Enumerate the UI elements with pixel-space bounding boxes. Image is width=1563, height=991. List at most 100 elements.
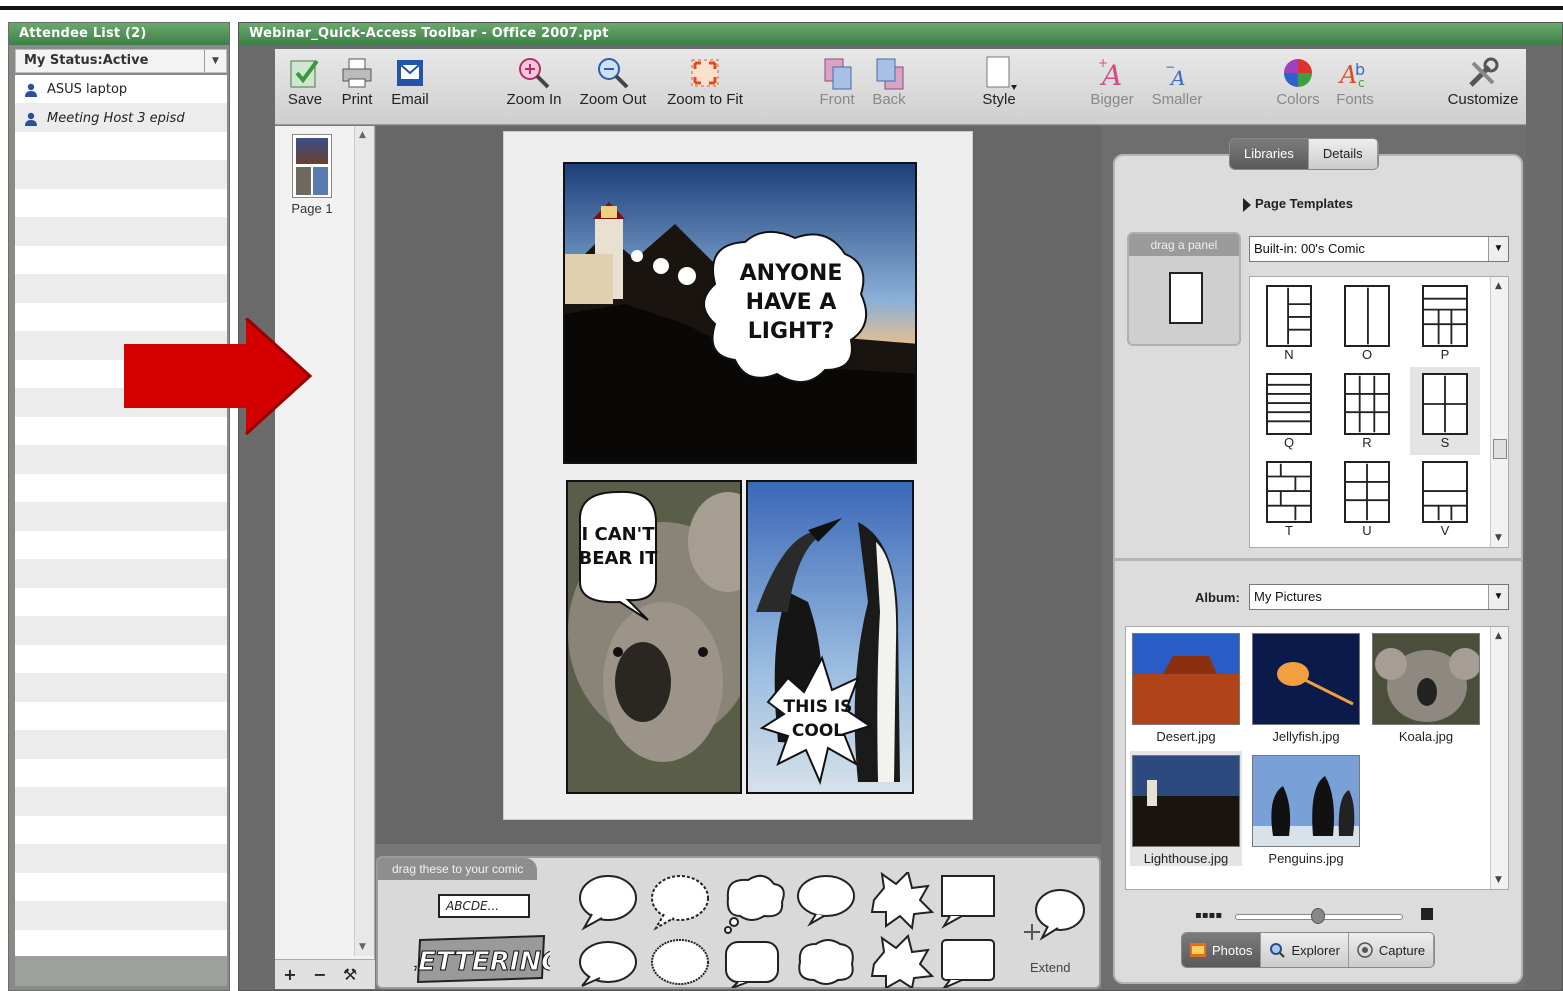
scroll-down-icon[interactable]: ▼ [1495, 533, 1502, 543]
chevron-down-icon[interactable]: ▼ [1488, 237, 1508, 261]
scroll-down-icon[interactable]: ▼ [1495, 875, 1502, 885]
photo-name: Penguins.jpg [1268, 851, 1344, 866]
template-item[interactable]: N [1254, 279, 1324, 367]
speech-bubble-alt-item[interactable] [579, 941, 637, 987]
koala-image: I CAN'T BEAR IT [568, 482, 740, 792]
save-button[interactable]: Save [285, 55, 325, 123]
photo-item[interactable]: Desert.jpg [1130, 629, 1242, 744]
tab-photos[interactable]: Photos [1182, 933, 1262, 967]
scroll-up-icon[interactable]: ▲ [1495, 631, 1502, 641]
scalloped-bubble-item[interactable] [651, 939, 709, 985]
template-item[interactable]: U [1332, 455, 1402, 543]
attendee-pod-title[interactable]: Attendee List (2) [9, 23, 229, 45]
comic-page[interactable]: ANYONE HAVE A LIGHT? I CAN'T BEAR IT THI… [503, 131, 973, 820]
page-thumbnail[interactable] [292, 134, 332, 198]
rect-bubble-item[interactable] [941, 875, 995, 929]
photo-item[interactable]: Penguins.jpg [1250, 751, 1362, 866]
layout-o-icon [1344, 285, 1390, 347]
customize-label: Customize [1447, 91, 1519, 108]
page-tools-icon[interactable]: ⚒ [335, 965, 365, 984]
template-label: S [1440, 435, 1450, 450]
scroll-up-icon[interactable]: ▲ [1495, 281, 1502, 291]
template-select[interactable]: Built-in: 00's Comic ▼ [1249, 236, 1509, 262]
attendee-row[interactable]: ASUS laptop [15, 75, 227, 104]
chevron-down-icon[interactable]: ▼ [1488, 585, 1508, 609]
tab-details[interactable]: Details [1308, 139, 1378, 169]
page-templates-label[interactable]: Page Templates [1255, 196, 1353, 211]
email-button[interactable]: Email [387, 55, 433, 123]
box-bubble-item[interactable] [941, 939, 995, 988]
remove-page-button[interactable]: − [305, 965, 335, 984]
comic-canvas[interactable]: ANYONE HAVE A LIGHT? I CAN'T BEAR IT THI… [376, 126, 1101, 844]
template-scrollbar[interactable]: ▲ ▼ [1490, 277, 1508, 547]
zoom-in-button[interactable]: Zoom In [503, 55, 565, 123]
extend-bubble-icon[interactable] [1020, 884, 1086, 946]
template-item[interactable]: R [1332, 367, 1402, 455]
lettering-logo-text: LETTERING [414, 947, 550, 977]
attendee-row[interactable]: Meeting Host 3 episd [15, 104, 227, 133]
smaller-button[interactable]: A − Smaller [1147, 55, 1207, 123]
expand-triangle-icon[interactable] [1243, 198, 1251, 212]
tab-capture[interactable]: Capture [1348, 933, 1435, 967]
template-item-selected[interactable]: S [1410, 367, 1480, 455]
scrollbar-thumb[interactable] [1493, 439, 1507, 459]
template-item[interactable]: V [1410, 455, 1480, 543]
colors-button[interactable]: Colors [1273, 55, 1323, 123]
koala-panel[interactable]: I CAN'T BEAR IT [566, 480, 742, 794]
page-strip-scrollbar[interactable]: ▲ ▼ [354, 126, 374, 956]
cloud-bubble-item[interactable] [798, 939, 854, 985]
burst-bubble-item[interactable] [870, 934, 935, 988]
status-dropdown[interactable]: My Status:Active ▼ [15, 49, 227, 73]
lettering-item[interactable]: LETTERING [414, 930, 550, 986]
send-back-button[interactable]: Back [867, 55, 911, 123]
print-button[interactable]: Print [337, 55, 377, 123]
colors-label: Colors [1276, 91, 1320, 108]
rounded-rect-bubble-item[interactable] [725, 941, 779, 988]
scroll-down-icon[interactable]: ▼ [359, 942, 366, 952]
scroll-up-icon[interactable]: ▲ [359, 130, 366, 140]
dashed-bubble-item[interactable] [651, 875, 709, 931]
share-pod-title[interactable]: Webinar_Quick-Access Toolbar - Office 20… [239, 23, 1562, 45]
chevron-down-icon[interactable]: ▼ [204, 50, 226, 72]
add-page-button[interactable]: + [275, 965, 305, 984]
photo-item[interactable]: Koala.jpg [1370, 629, 1482, 744]
template-label: V [1440, 523, 1450, 538]
template-item[interactable]: T [1254, 455, 1324, 543]
fonts-button[interactable]: Abc Fonts [1333, 55, 1377, 123]
text-box-item[interactable]: ABCDE... [438, 894, 530, 918]
style-button[interactable]: Style [975, 55, 1023, 123]
speech-bubble-item[interactable] [579, 875, 637, 931]
drag-panel-box[interactable]: drag a panel [1127, 232, 1241, 346]
large-thumbs-icon[interactable] [1421, 908, 1433, 920]
photo-name: Jellyfish.jpg [1272, 729, 1340, 744]
zoom-out-button[interactable]: Zoom Out [577, 55, 649, 123]
thumbnail-size-slider[interactable]: ▪▪▪▪ [1195, 906, 1445, 926]
bigger-button[interactable]: A + Bigger [1087, 55, 1137, 123]
oval-bubble-item[interactable] [797, 875, 855, 927]
template-item[interactable]: P [1410, 279, 1480, 367]
template-label: P [1440, 347, 1450, 362]
tab-libraries[interactable]: Libraries [1230, 139, 1309, 169]
comic-app: Save Print Email Zoom In Zoom Out Zoom t… [275, 49, 1526, 989]
photo-item-selected[interactable]: Lighthouse.jpg [1130, 751, 1242, 866]
bubble-text-line: BEAR IT [578, 548, 658, 569]
slider-knob[interactable] [1311, 908, 1325, 924]
penguins-panel[interactable]: THIS IS COOL [746, 480, 914, 794]
thumb-panel-left [296, 167, 311, 195]
photo-item[interactable]: Jellyfish.jpg [1250, 629, 1362, 744]
customize-button[interactable]: Customize [1443, 55, 1523, 123]
template-item[interactable]: O [1332, 279, 1402, 367]
photo-name: Lighthouse.jpg [1143, 851, 1229, 866]
shout-bubble-item[interactable] [870, 872, 935, 931]
thought-bubble-item[interactable] [724, 874, 785, 934]
blank-panel-icon[interactable] [1169, 272, 1203, 324]
photo-scrollbar[interactable]: ▲ ▼ [1490, 627, 1508, 889]
album-select[interactable]: My Pictures ▼ [1249, 584, 1509, 610]
bring-front-button[interactable]: Front [815, 55, 859, 123]
tab-explorer[interactable]: Explorer [1261, 933, 1349, 967]
zoom-to-fit-button[interactable]: Zoom to Fit [663, 55, 747, 123]
template-item[interactable]: Q [1254, 367, 1324, 455]
lighthouse-panel[interactable]: ANYONE HAVE A LIGHT? [563, 162, 917, 464]
email-icon [397, 60, 423, 86]
small-thumbs-icon[interactable]: ▪▪▪▪ [1195, 910, 1222, 921]
